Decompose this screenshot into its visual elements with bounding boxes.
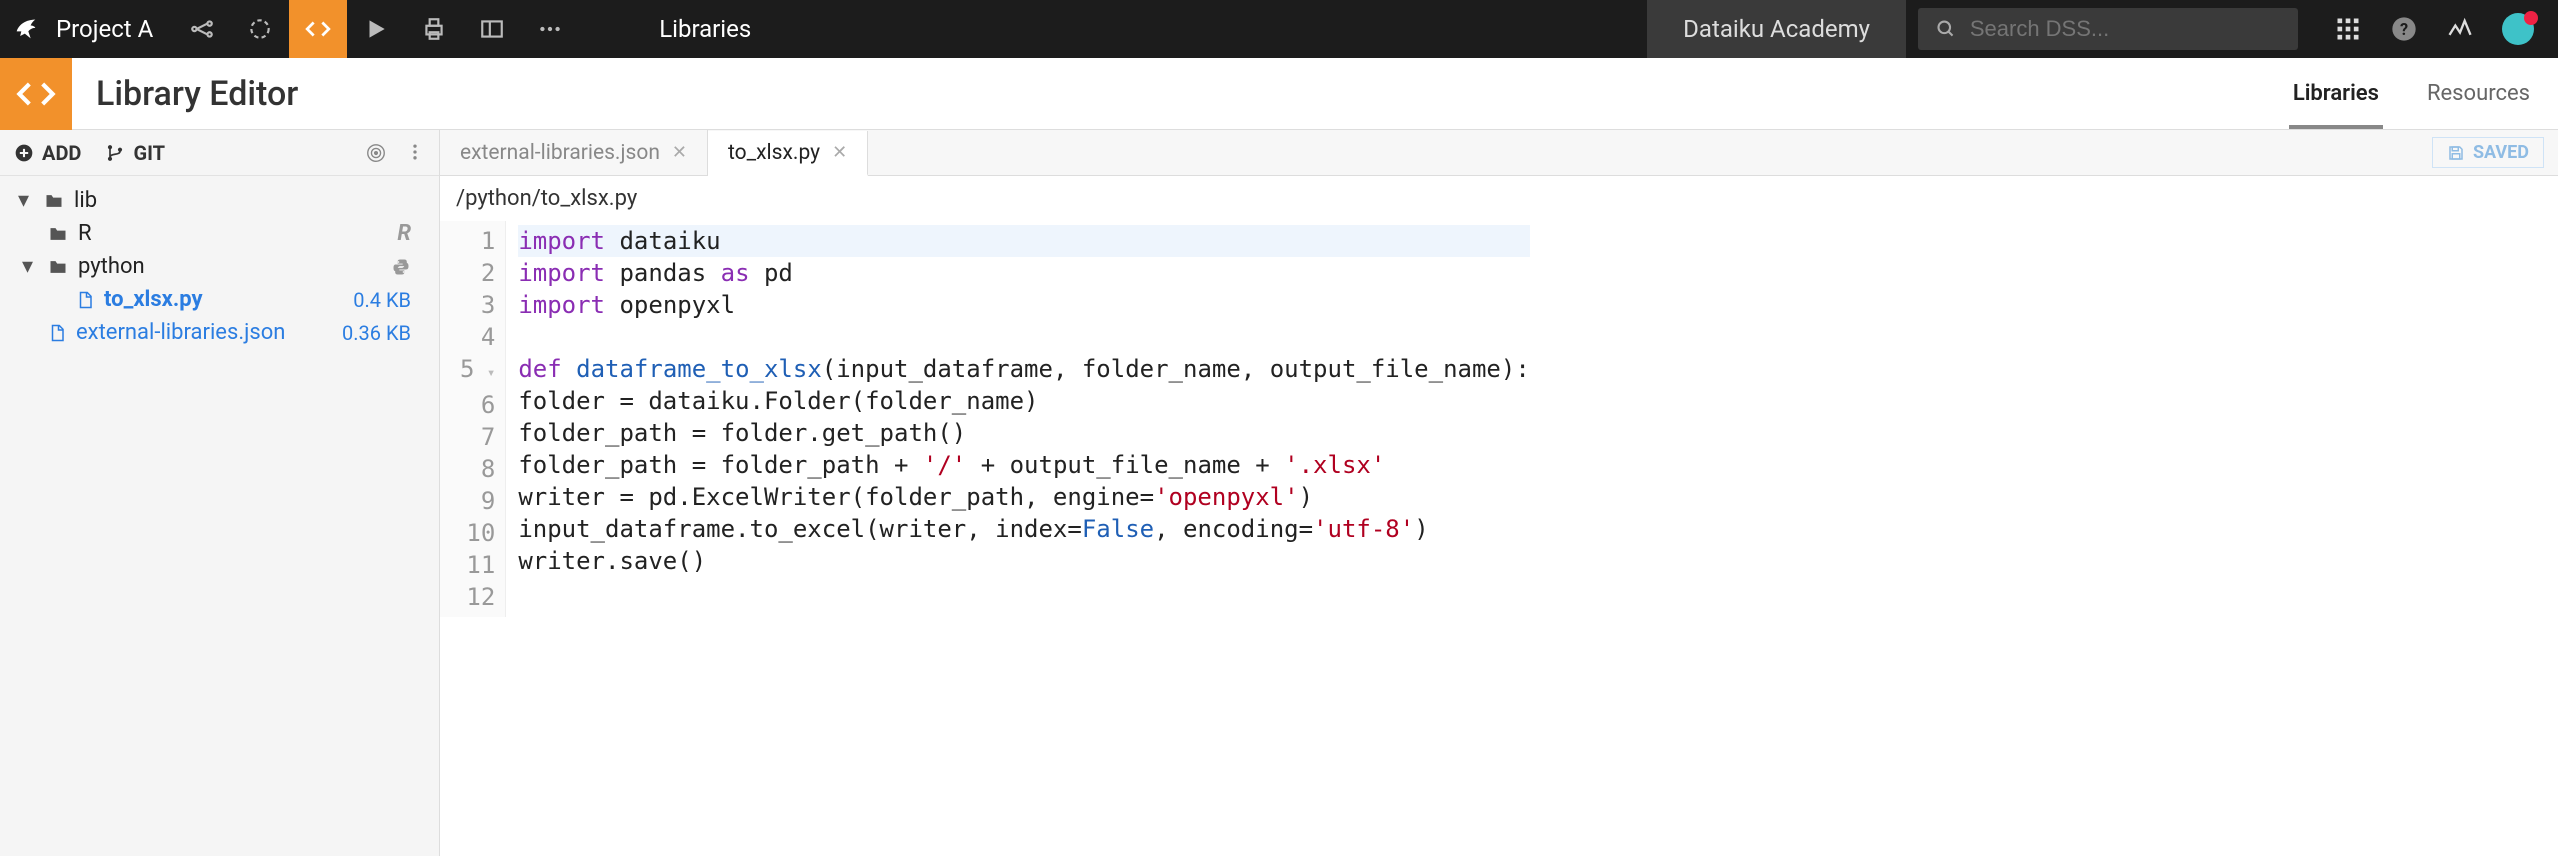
- target-icon[interactable]: [365, 142, 387, 164]
- project-switcher[interactable]: Project A: [0, 0, 173, 58]
- editor-pane: external-libraries.json ✕ to_xlsx.py ✕ S…: [440, 130, 2558, 856]
- user-avatar[interactable]: [2502, 13, 2534, 45]
- folder-icon: [44, 191, 64, 211]
- python-icon: [391, 257, 411, 277]
- file-icon: [76, 291, 94, 309]
- code-editor[interactable]: 12345 ▾6789101112 import dataikuimport p…: [440, 221, 2558, 617]
- saved-indicator: SAVED: [2432, 137, 2544, 168]
- git-button[interactable]: GIT: [105, 141, 165, 165]
- flow-icon[interactable]: [173, 0, 231, 58]
- top-nav: Project A Libraries Dataiku Academy ?: [0, 0, 2558, 58]
- tree-file-external-libs[interactable]: external-libraries.json 0.36 KB: [0, 316, 439, 349]
- code-icon[interactable]: [289, 0, 347, 58]
- code-source[interactable]: import dataikuimport pandas as pdimport …: [506, 221, 1541, 617]
- file-path-breadcrumb: /python/to_xlsx.py: [440, 176, 2558, 221]
- global-search[interactable]: [1918, 8, 2298, 50]
- more-icon[interactable]: [521, 0, 579, 58]
- file-sidebar: ADD GIT ▾ lib R R ▾: [0, 130, 440, 856]
- apps-icon[interactable]: [2334, 15, 2362, 43]
- tree-folder-r[interactable]: R R: [0, 217, 439, 250]
- tree-folder-python[interactable]: ▾ python: [0, 250, 439, 283]
- top-toolbar: [173, 0, 579, 58]
- print-icon[interactable]: [405, 0, 463, 58]
- tab-libraries[interactable]: Libraries: [579, 0, 831, 58]
- right-icons: ?: [2310, 13, 2558, 45]
- tab-academy[interactable]: Dataiku Academy: [1647, 0, 1906, 58]
- editor-tabs: external-libraries.json ✕ to_xlsx.py ✕ S…: [440, 130, 2558, 176]
- kebab-icon[interactable]: [405, 142, 425, 162]
- panel-icon[interactable]: [463, 0, 521, 58]
- page-header: Library Editor Libraries Resources: [0, 58, 2558, 130]
- plus-circle-icon: [14, 143, 34, 163]
- file-size: 0.4 KB: [353, 288, 421, 312]
- folder-icon: [48, 224, 68, 244]
- tree-folder-lib[interactable]: ▾ lib: [0, 184, 439, 217]
- play-icon[interactable]: [347, 0, 405, 58]
- line-gutter: 12345 ▾6789101112: [440, 221, 506, 617]
- project-title: Project A: [56, 15, 153, 43]
- file-size: 0.36 KB: [342, 321, 421, 345]
- add-button[interactable]: ADD: [14, 141, 81, 165]
- sidebar-toolbar: ADD GIT: [0, 130, 439, 176]
- activity-icon[interactable]: [2446, 15, 2474, 43]
- dataiku-logo-icon: [12, 15, 40, 43]
- search-icon: [1936, 18, 1956, 40]
- r-lang-icon: R: [397, 221, 411, 246]
- close-icon[interactable]: ✕: [672, 142, 687, 163]
- help-icon[interactable]: ?: [2390, 15, 2418, 43]
- svg-text:?: ?: [2400, 20, 2408, 39]
- search-input[interactable]: [1970, 16, 2280, 42]
- circle-dashed-icon[interactable]: [231, 0, 289, 58]
- subtab-libraries[interactable]: Libraries: [2293, 58, 2379, 129]
- file-icon: [48, 324, 66, 342]
- subtab-resources[interactable]: Resources: [2427, 58, 2530, 129]
- tree-file-to-xlsx[interactable]: to_xlsx.py 0.4 KB: [0, 283, 439, 316]
- editor-tab-to-xlsx[interactable]: to_xlsx.py ✕: [708, 131, 868, 176]
- page-badge-icon: [0, 58, 72, 130]
- git-branch-icon: [105, 143, 125, 163]
- save-icon: [2447, 144, 2465, 162]
- folder-icon: [48, 257, 68, 277]
- editor-tab-external-libs[interactable]: external-libraries.json ✕: [440, 130, 708, 175]
- file-tree: ▾ lib R R ▾ python to_xlsx.py 0.4 KB: [0, 176, 439, 357]
- close-icon[interactable]: ✕: [832, 142, 847, 163]
- page-title: Library Editor: [72, 74, 298, 114]
